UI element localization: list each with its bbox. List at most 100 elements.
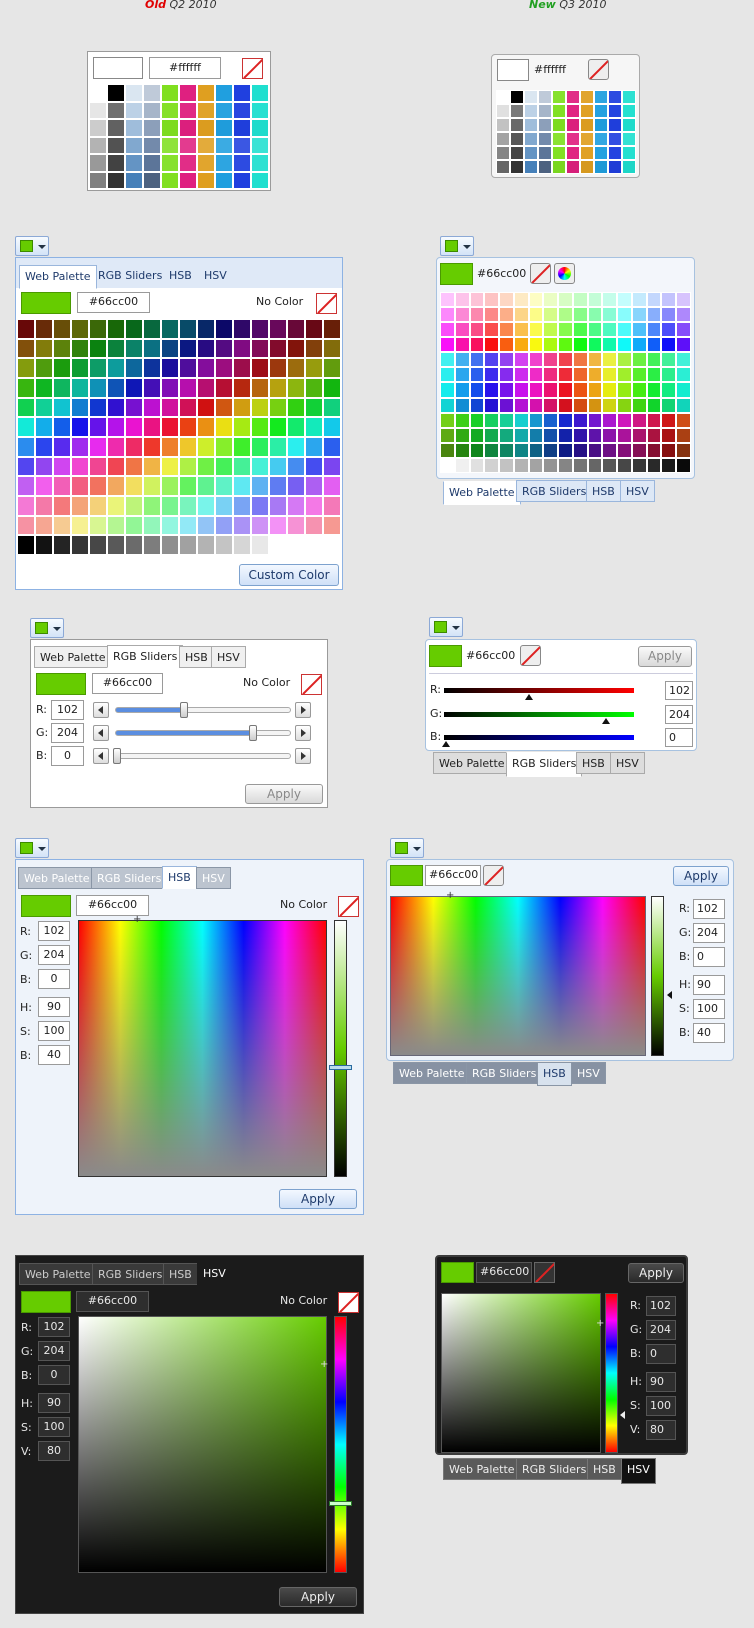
b-input[interactable]: 0 xyxy=(51,746,84,766)
color-cell[interactable] xyxy=(233,397,251,418)
color-cell[interactable] xyxy=(197,495,215,516)
color-cell[interactable] xyxy=(71,515,89,536)
color-cell[interactable] xyxy=(269,358,287,378)
color-cell[interactable] xyxy=(89,171,107,189)
b-decrement-button[interactable] xyxy=(93,748,109,764)
color-cell[interactable] xyxy=(676,427,691,443)
r-input[interactable]: 102 xyxy=(665,681,693,700)
color-cell[interactable] xyxy=(233,338,251,359)
color-cell[interactable] xyxy=(572,397,588,413)
color-cell[interactable] xyxy=(125,515,143,536)
saturation-value-area[interactable] xyxy=(441,1293,601,1453)
color-cell[interactable] xyxy=(305,515,323,536)
tab-rgb-sliders[interactable]: RGB Sliders xyxy=(516,1458,593,1480)
color-cell[interactable] xyxy=(524,118,538,132)
color-cell[interactable] xyxy=(287,358,305,378)
apply-button[interactable]: Apply xyxy=(279,1189,357,1209)
color-cell[interactable] xyxy=(608,132,622,146)
color-cell[interactable] xyxy=(538,104,552,118)
color-cell[interactable] xyxy=(269,377,287,398)
color-cell[interactable] xyxy=(602,412,618,428)
color-cell[interactable] xyxy=(646,307,662,323)
color-cell[interactable] xyxy=(594,90,608,104)
color-cell[interactable] xyxy=(107,358,125,378)
color-cell[interactable] xyxy=(233,319,251,339)
color-cell[interactable] xyxy=(510,160,524,174)
b-input[interactable]: 0 xyxy=(38,1365,70,1385)
color-cell[interactable] xyxy=(587,322,603,338)
color-cell[interactable] xyxy=(528,367,544,383)
color-cell[interactable] xyxy=(215,476,233,496)
no-color-button[interactable] xyxy=(316,293,337,314)
color-cell[interactable] xyxy=(528,412,544,428)
color-cell[interactable] xyxy=(594,132,608,146)
color-cell[interactable] xyxy=(528,442,544,458)
h-input[interactable]: 90 xyxy=(646,1372,676,1392)
color-cell[interactable] xyxy=(323,338,341,359)
color-cell[interactable] xyxy=(538,146,552,160)
tab-web-palette[interactable]: Web Palette xyxy=(34,646,112,668)
color-cell[interactable] xyxy=(161,101,179,119)
color-cell[interactable] xyxy=(161,358,179,378)
color-cell[interactable] xyxy=(528,427,544,443)
tab-hsv[interactable]: HSV xyxy=(621,1458,656,1484)
brightness-bar[interactable] xyxy=(651,896,664,1056)
apply-button[interactable]: Apply xyxy=(638,646,692,667)
color-cell[interactable] xyxy=(661,457,677,473)
color-cell[interactable] xyxy=(661,427,677,443)
color-cell[interactable] xyxy=(646,337,662,353)
color-cell[interactable] xyxy=(572,292,588,308)
color-cell[interactable] xyxy=(251,377,269,398)
color-cell[interactable] xyxy=(646,322,662,338)
color-cell[interactable] xyxy=(125,171,143,189)
color-cell[interactable] xyxy=(676,307,691,323)
color-cell[interactable] xyxy=(161,535,179,555)
hex-input[interactable]: #66cc00 xyxy=(77,292,150,313)
web-palette-grid[interactable] xyxy=(440,292,691,473)
color-cell[interactable] xyxy=(89,515,107,536)
color-cell[interactable] xyxy=(161,119,179,137)
color-cell[interactable] xyxy=(484,382,500,398)
color-cell[interactable] xyxy=(676,382,691,398)
color-cell[interactable] xyxy=(538,118,552,132)
color-cell[interactable] xyxy=(484,337,500,353)
v-input[interactable]: 80 xyxy=(646,1420,676,1440)
color-cell[interactable] xyxy=(53,397,71,418)
color-cell[interactable] xyxy=(143,171,161,189)
g-slider[interactable] xyxy=(115,730,291,736)
color-cell[interactable] xyxy=(510,104,524,118)
color-cell[interactable] xyxy=(631,412,647,428)
color-cell[interactable] xyxy=(469,397,485,413)
g-input[interactable]: 204 xyxy=(693,923,725,943)
brightness-marker[interactable] xyxy=(667,991,672,999)
hex-input[interactable]: #66cc00 xyxy=(76,895,149,916)
color-cell[interactable] xyxy=(587,442,603,458)
color-cell[interactable] xyxy=(233,154,251,172)
color-cell[interactable] xyxy=(161,171,179,189)
color-cell[interactable] xyxy=(622,118,636,132)
color-cell[interactable] xyxy=(594,160,608,174)
color-cell[interactable] xyxy=(566,90,580,104)
color-cell[interactable] xyxy=(305,495,323,516)
color-cell[interactable] xyxy=(566,146,580,160)
color-cell[interactable] xyxy=(528,352,544,368)
b-input[interactable]: 0 xyxy=(38,969,70,989)
color-cell[interactable] xyxy=(161,417,179,437)
color-cell[interactable] xyxy=(323,456,341,477)
tab-hsv[interactable]: HSV xyxy=(620,480,655,502)
color-cell[interactable] xyxy=(676,412,691,428)
color-cell[interactable] xyxy=(323,319,341,339)
color-cell[interactable] xyxy=(197,397,215,418)
color-cell[interactable] xyxy=(287,417,305,437)
color-cell[interactable] xyxy=(125,319,143,339)
color-cell[interactable] xyxy=(53,515,71,536)
color-cell[interactable] xyxy=(53,495,71,516)
hex-input[interactable]: #ffffff xyxy=(149,57,221,79)
color-wheel-button[interactable] xyxy=(554,263,575,284)
hex-input[interactable]: #66cc00 xyxy=(76,1291,149,1312)
color-cell[interactable] xyxy=(125,476,143,496)
color-cell[interactable] xyxy=(558,382,573,398)
color-cell[interactable] xyxy=(661,412,677,428)
color-cell[interactable] xyxy=(179,171,197,189)
color-cell[interactable] xyxy=(233,358,251,378)
